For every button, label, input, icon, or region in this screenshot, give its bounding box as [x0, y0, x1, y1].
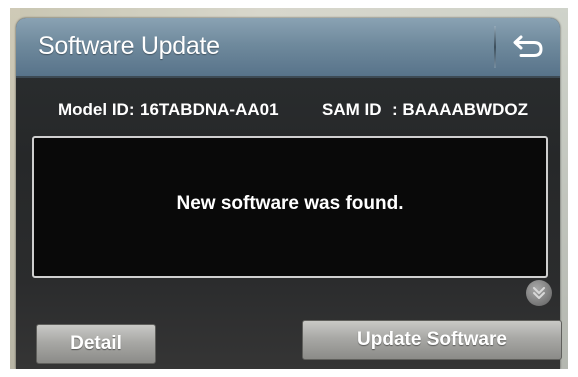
status-message: New software was found. — [176, 193, 404, 214]
page-title: Software Update — [38, 32, 220, 60]
infotainment-screen: Software Update Model ID: 16TABDNA-AA01 … — [10, 8, 568, 369]
id-info-row: Model ID: 16TABDNA-AA01 SAM ID : BAAAABW… — [16, 100, 560, 130]
map-background-right — [560, 8, 568, 369]
model-id-value: 16TABDNA-AA01 — [140, 100, 279, 119]
title-bar: Software Update — [16, 18, 560, 78]
sam-id-label: SAM ID — [322, 100, 382, 119]
update-software-button[interactable]: Update Software — [302, 320, 562, 360]
message-box: New software was found. — [32, 136, 548, 278]
back-button[interactable] — [498, 22, 556, 72]
scroll-down-button[interactable] — [526, 280, 552, 306]
detail-button[interactable]: Detail — [36, 324, 156, 364]
model-id-label: Model ID: — [58, 100, 135, 119]
sam-id-value: : BAAAABWDOZ — [392, 100, 528, 119]
photo-frame: Software Update Model ID: 16TABDNA-AA01 … — [0, 0, 578, 377]
title-divider — [494, 26, 496, 68]
software-update-dialog: Software Update Model ID: 16TABDNA-AA01 … — [16, 18, 562, 369]
